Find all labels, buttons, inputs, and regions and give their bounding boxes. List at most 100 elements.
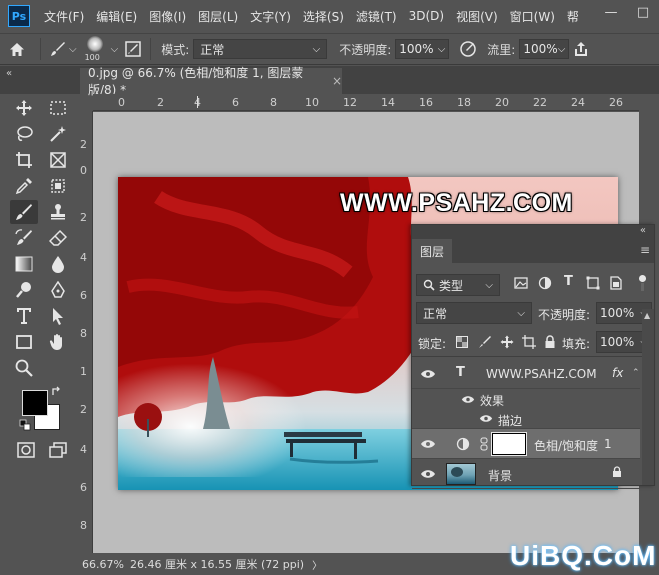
layer-row-text[interactable]: T WWW.PSAHZ.COM fx ⌃ — [412, 359, 640, 389]
filter-pixel-icon[interactable] — [514, 277, 528, 292]
type-tool-icon[interactable] — [10, 304, 38, 328]
close-tab-icon[interactable]: × — [332, 74, 342, 88]
ruler-tick-label: 0 — [118, 96, 125, 109]
visibility-eye-icon[interactable] — [418, 436, 438, 452]
ruler-tick-label: 8 — [80, 327, 87, 340]
effects-row[interactable]: 效果 — [412, 389, 640, 409]
layer-mask-thumbnail[interactable] — [491, 432, 527, 456]
lock-all-icon[interactable] — [544, 335, 556, 352]
pen-tool-icon[interactable] — [44, 278, 72, 302]
lasso-tool-icon[interactable] — [10, 122, 38, 146]
path-select-icon[interactable] — [44, 304, 72, 328]
spot-healing-icon[interactable] — [44, 174, 72, 198]
eraser-tool-icon[interactable] — [44, 226, 72, 250]
blend-mode-select[interactable]: 正常 ⌵ — [416, 302, 532, 324]
ruler-tick-label: 0 — [80, 164, 87, 177]
ruler-tick-label: 8 — [80, 519, 87, 532]
frame-tool-icon[interactable] — [44, 148, 72, 172]
opacity-input[interactable]: 100% ⌵ — [395, 39, 450, 59]
menu-edit[interactable]: 编辑(E) — [90, 8, 143, 25]
visibility-eye-icon[interactable] — [458, 391, 478, 407]
quick-mask-icon[interactable] — [12, 438, 40, 462]
filter-type-icon[interactable]: T — [564, 274, 573, 289]
collapse-toolbox-button[interactable]: « — [6, 68, 12, 79]
visibility-eye-icon[interactable] — [418, 466, 438, 482]
brush-preset-picker[interactable]: 100 — [81, 34, 111, 64]
lock-transparent-icon[interactable] — [456, 336, 468, 351]
menu-window[interactable]: 窗口(W) — [504, 8, 561, 25]
stamp-tool-icon[interactable] — [44, 200, 72, 224]
visibility-eye-icon[interactable] — [476, 411, 496, 427]
history-brush-icon[interactable] — [10, 226, 38, 250]
blur-tool-icon[interactable] — [44, 252, 72, 276]
default-colors-icon[interactable] — [18, 418, 32, 432]
chevron-up-icon[interactable]: ⌃ — [632, 368, 640, 378]
screen-mode-icon[interactable] — [44, 438, 72, 462]
menu-3d[interactable]: 3D(D) — [403, 9, 450, 23]
brush-panel-icon[interactable] — [122, 41, 144, 57]
dodge-tool-icon[interactable] — [10, 278, 38, 302]
document-tab[interactable]: 0.jpg @ 66.7% (色相/饱和度 1, 图层蒙版/8) * × — [80, 66, 342, 97]
zoom-tool-icon[interactable] — [10, 356, 38, 380]
menu-layer[interactable]: 图层(L) — [192, 8, 244, 25]
menu-type[interactable]: 文字(Y) — [244, 8, 297, 25]
scroll-up-icon[interactable]: ▲ — [644, 311, 650, 320]
move-tool-icon[interactable] — [10, 96, 38, 120]
mode-select[interactable]: 正常 ⌵ — [193, 39, 328, 59]
eyedropper-tool-icon[interactable] — [10, 174, 38, 198]
layer-fx-icon[interactable]: fx — [612, 366, 623, 380]
mask-link-icon[interactable] — [480, 437, 488, 454]
pressure-opacity-icon[interactable] — [455, 40, 481, 58]
stroke-effect-row[interactable]: 描边 — [412, 409, 640, 429]
minimize-button[interactable]: — — [595, 0, 627, 24]
filter-adjustment-icon[interactable] — [538, 276, 552, 293]
menu-image[interactable]: 图像(I) — [143, 8, 192, 25]
layer-row-hue-saturation[interactable]: 色相/饱和度 1 — [412, 429, 640, 459]
blend-mode-row: 正常 ⌵ 不透明度: 100% ⌵ — [412, 299, 654, 327]
menu-bar: Ps 文件(F) 编辑(E) 图像(I) 图层(L) 文字(Y) 选择(S) 滤… — [0, 0, 659, 32]
chevron-down-icon: ⌵ — [485, 279, 493, 291]
lock-position-icon[interactable] — [500, 335, 514, 352]
lock-pixels-icon[interactable] — [478, 335, 492, 352]
maximize-button[interactable]: □ — [627, 0, 659, 24]
crop-tool-icon[interactable] — [10, 148, 38, 172]
rectangle-tool-icon[interactable] — [10, 330, 38, 354]
zoom-level[interactable]: 66.67% — [76, 558, 124, 571]
lock-artboard-icon[interactable] — [522, 335, 536, 352]
ps-logo[interactable]: Ps — [8, 5, 30, 27]
collapse-panel-button[interactable]: « — [640, 225, 646, 236]
filter-shape-icon[interactable] — [586, 276, 600, 293]
ruler-horizontal[interactable]: 0 2 4 6 8 10 12 14 16 18 20 22 24 26 — [93, 94, 639, 111]
foreground-color-swatch[interactable] — [22, 390, 48, 416]
lock-icon[interactable] — [612, 466, 622, 481]
panel-menu-icon[interactable]: ≡ — [640, 243, 650, 257]
layer-row-background[interactable]: 背景 — [412, 459, 640, 489]
visibility-eye-icon[interactable] — [418, 366, 438, 382]
menu-help[interactable]: 帮 — [561, 8, 585, 25]
chevron-down-icon: ⌵ — [517, 307, 525, 319]
background-thumbnail[interactable] — [446, 463, 476, 485]
ruler-vertical[interactable]: 0 2 2 4 6 8 1 2 4 6 8 — [76, 111, 93, 553]
menu-filter[interactable]: 滤镜(T) — [350, 8, 403, 25]
chevron-down-icon[interactable]: ⌵ — [69, 44, 77, 55]
flow-input[interactable]: 100% ⌵ — [519, 39, 570, 59]
hand-tool-icon[interactable] — [44, 330, 72, 354]
swap-colors-icon[interactable] — [50, 384, 64, 398]
magic-wand-icon[interactable] — [44, 122, 72, 146]
tab-layers[interactable]: 图层 — [412, 239, 452, 263]
menu-select[interactable]: 选择(S) — [297, 8, 350, 25]
marquee-tool-icon[interactable] — [44, 96, 72, 120]
filter-toggle-switch[interactable] — [634, 275, 650, 291]
layers-scrollbar[interactable]: ▲ — [642, 309, 654, 485]
menu-view[interactable]: 视图(V) — [450, 8, 504, 25]
menu-file[interactable]: 文件(F) — [38, 8, 90, 25]
layer-filter-select[interactable]: 类型 ⌵ — [416, 274, 500, 296]
chevron-down-icon[interactable]: ⌵ — [111, 44, 119, 55]
brush-tool-icon[interactable] — [47, 41, 69, 57]
status-menu-arrow[interactable]: 〉 — [304, 557, 322, 572]
gradient-tool-icon[interactable] — [10, 252, 38, 276]
home-icon[interactable] — [0, 42, 34, 57]
brush-tool-icon[interactable] — [10, 200, 38, 224]
share-icon[interactable] — [573, 41, 589, 57]
filter-smart-object-icon[interactable] — [610, 276, 622, 293]
